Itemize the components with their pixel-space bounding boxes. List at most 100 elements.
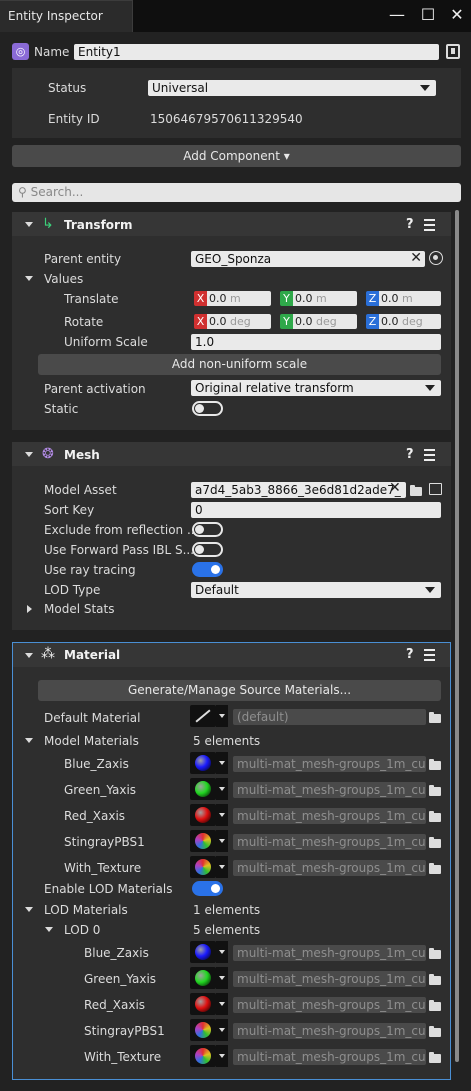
translate-z-input[interactable]: 0.0 m	[379, 291, 441, 306]
material-field[interactable]: multi-mat_mesh-groups_1m_cu...	[233, 1049, 426, 1065]
help-icon[interactable]: ?	[406, 447, 414, 462]
rotate-z-input[interactable]: 0.0 deg	[379, 314, 441, 329]
uniform-scale-input[interactable]: 1.0	[191, 334, 441, 350]
minimize-button[interactable]: —	[384, 4, 410, 26]
enable-lod-toggle[interactable]	[192, 881, 223, 896]
maximize-button[interactable]: ☐	[415, 4, 441, 26]
material-ball-icon	[195, 807, 211, 823]
rotate-y-input[interactable]: 0.0 deg	[293, 314, 357, 329]
material-swatch[interactable]	[190, 778, 216, 800]
parent-entity-input[interactable]: GEO_Sponza ✕	[191, 251, 425, 267]
entity-icon: ◎	[12, 43, 29, 60]
scrollbar[interactable]	[455, 210, 459, 1062]
status-panel	[12, 68, 461, 138]
values-label: Values	[44, 272, 84, 286]
swatch-dropdown[interactable]	[216, 993, 228, 1015]
collapse-icon[interactable]	[25, 452, 33, 457]
name-input[interactable]: Entity1	[74, 44, 439, 60]
help-icon[interactable]: ?	[406, 217, 414, 232]
swatch-dropdown[interactable]	[216, 804, 228, 826]
lod-type-select[interactable]: Default	[191, 582, 441, 598]
swatch-dropdown[interactable]	[216, 941, 228, 963]
material-swatch[interactable]	[190, 941, 216, 963]
tab-entity-inspector[interactable]: Entity Inspector	[0, 0, 133, 32]
collapse-icon[interactable]	[25, 222, 33, 227]
pin-icon[interactable]	[446, 44, 460, 59]
material-field[interactable]: multi-mat_mesh-groups_1m_cu...	[233, 834, 426, 850]
menu-icon[interactable]	[424, 219, 440, 231]
model-asset-input[interactable]: a7d4_5ab3_8866_3e6d81d2ade7_	[191, 482, 406, 498]
material-swatch[interactable]	[190, 967, 216, 989]
folder-icon[interactable]	[429, 863, 441, 874]
swatch-dropdown[interactable]	[216, 1019, 228, 1041]
swatch-dropdown[interactable]	[216, 967, 228, 989]
material-field[interactable]: multi-mat_mesh-groups_1m_cu...	[233, 860, 426, 876]
exclude-reflection-label: Exclude from reflection ...	[44, 523, 199, 537]
material-field[interactable]: multi-mat_mesh-groups_1m_cu...	[233, 808, 426, 824]
help-icon[interactable]: ?	[406, 647, 414, 662]
ray-tracing-toggle[interactable]	[192, 562, 223, 577]
static-toggle[interactable]	[192, 401, 223, 416]
translate-y-input[interactable]: 0.0 m	[293, 291, 357, 306]
swatch-dropdown[interactable]	[216, 752, 228, 774]
folder-icon[interactable]	[429, 811, 441, 822]
search-input[interactable]: ⚲ Search...	[12, 183, 461, 202]
material-field[interactable]: multi-mat_mesh-groups_1m_cu...	[233, 782, 426, 798]
folder-icon[interactable]	[429, 759, 441, 770]
material-swatch[interactable]	[190, 1019, 216, 1041]
translate-x-input[interactable]: 0.0 m	[207, 291, 271, 306]
expand-icon[interactable]	[27, 605, 32, 613]
swatch-dropdown[interactable]	[216, 778, 228, 800]
swatch-dropdown[interactable]	[216, 705, 228, 727]
folder-icon[interactable]	[429, 837, 441, 848]
rotate-x-input[interactable]: 0.0 deg	[207, 314, 271, 329]
close-button[interactable]: ✕	[444, 4, 470, 26]
material-swatch[interactable]	[190, 804, 216, 826]
generate-materials-button[interactable]: Generate/Manage Source Materials...	[38, 680, 441, 701]
swatch-dropdown[interactable]	[216, 856, 228, 878]
values-expand-icon[interactable]	[25, 276, 33, 281]
folder-icon[interactable]	[410, 485, 422, 496]
material-field[interactable]: multi-mat_mesh-groups_1m_cu...	[233, 997, 426, 1013]
status-select[interactable]: Universal	[148, 80, 436, 96]
forward-ibl-toggle[interactable]	[192, 542, 223, 557]
material-swatch[interactable]	[190, 1045, 216, 1067]
folder-icon[interactable]	[429, 1026, 441, 1037]
target-icon[interactable]	[429, 251, 443, 265]
model-materials-count: 5 elements	[193, 734, 261, 748]
material-swatch[interactable]	[190, 830, 216, 852]
menu-icon[interactable]	[424, 649, 440, 661]
folder-icon[interactable]	[429, 948, 441, 959]
folder-icon[interactable]	[429, 1000, 441, 1011]
material-field[interactable]: multi-mat_mesh-groups_1m_cu...	[233, 971, 426, 987]
add-component-button[interactable]: Add Component ▾	[12, 145, 461, 167]
lod0-expand-icon[interactable]	[45, 927, 53, 932]
material-swatch[interactable]	[190, 856, 216, 878]
material-swatch[interactable]	[190, 993, 216, 1015]
default-material-field[interactable]: (default)	[233, 709, 426, 725]
lod-materials-expand-icon[interactable]	[25, 907, 33, 912]
material-field[interactable]: multi-mat_mesh-groups_1m_cu...	[233, 945, 426, 961]
material-field[interactable]: multi-mat_mesh-groups_1m_cu...	[233, 756, 426, 772]
model-materials-expand-icon[interactable]	[25, 738, 33, 743]
clear-icon[interactable]: ✕	[389, 480, 401, 496]
material-swatch[interactable]	[190, 752, 216, 774]
default-material-swatch[interactable]	[190, 705, 216, 727]
transform-icon: ↳	[42, 216, 54, 232]
add-nonuniform-scale-button[interactable]: Add non-uniform scale	[38, 354, 441, 375]
material-field[interactable]: multi-mat_mesh-groups_1m_cu...	[233, 1023, 426, 1039]
swatch-dropdown[interactable]	[216, 1045, 228, 1067]
material-slot-label: StingrayPBS1	[64, 835, 145, 849]
folder-icon[interactable]	[429, 974, 441, 985]
exclude-reflection-toggle[interactable]	[192, 522, 223, 537]
clear-icon[interactable]: ✕	[410, 251, 422, 266]
sort-key-input[interactable]: 0	[191, 502, 441, 518]
folder-icon[interactable]	[429, 785, 441, 796]
menu-icon[interactable]	[424, 449, 440, 461]
folder-icon[interactable]	[429, 712, 441, 723]
open-asset-icon[interactable]	[429, 483, 442, 495]
collapse-icon[interactable]	[25, 653, 33, 658]
parent-activation-select[interactable]: Original relative transform	[191, 380, 441, 396]
folder-icon[interactable]	[429, 1052, 441, 1063]
swatch-dropdown[interactable]	[216, 830, 228, 852]
